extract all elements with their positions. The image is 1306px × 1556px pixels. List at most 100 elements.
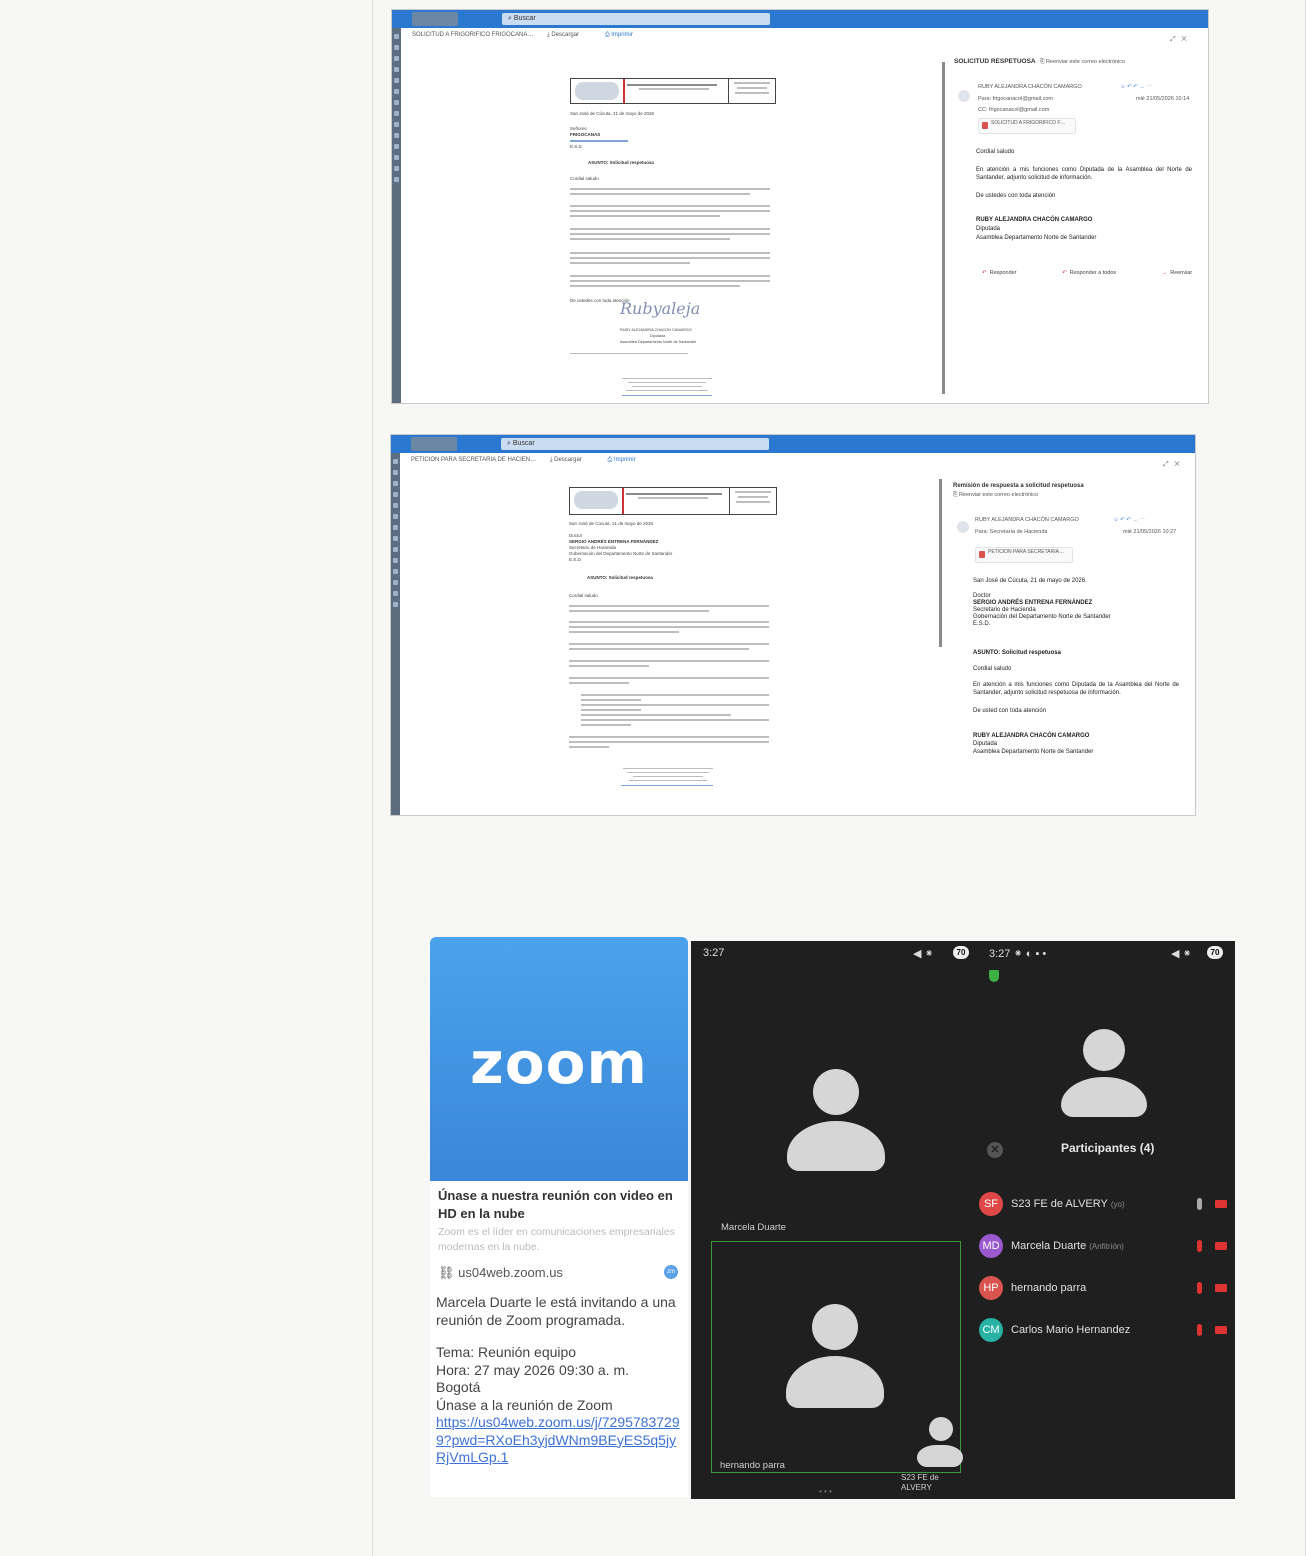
forward-email-link[interactable]: ⎘ Reenviar este correo electrónico [953, 492, 1038, 499]
body-subject: ASUNTO: Solicitud respetuosa [973, 650, 1061, 656]
meeting-url-link[interactable]: https://us04web.zoom.us/j/72957837299?pw… [436, 1414, 686, 1467]
doc-greeting: Cordial saludo [570, 176, 599, 181]
signature-role: Diputada [976, 226, 1001, 232]
participant-avatar: SF [979, 1192, 1003, 1216]
search-placeholder: Buscar [513, 15, 536, 22]
participant-name: S23 FE de ALVERY (yo) [1011, 1198, 1125, 1210]
print-button[interactable]: ⎙ Imprimir [605, 32, 645, 38]
body-recipient-org: Gobernación del Departamento Norte de Sa… [973, 614, 1111, 620]
forward-email-link[interactable]: ⎘ Reenviar este correo electrónico [1040, 59, 1125, 66]
battery-indicator: 70 [953, 946, 969, 959]
doc-company: FRIGOCANAS [570, 132, 601, 137]
reply-button[interactable]: ↶ Responder [982, 270, 1039, 276]
attachment-toolbar: PETICION PARA SECRETARIA DE HACIEN… ⤓ De… [411, 457, 1195, 467]
body-text: En atención a mis funciones como Diputad… [973, 682, 1179, 696]
document-header [569, 487, 777, 515]
microphone-muted-icon[interactable] [1197, 1240, 1202, 1252]
search-placeholder: Buscar [512, 440, 535, 447]
search-input[interactable]: ⌕ Buscar [502, 13, 770, 25]
battery-indicator: 70 [1207, 946, 1223, 959]
message-subject: Remisión de respuesta a solicitud respet… [953, 483, 1084, 489]
reading-pane: Remisión de respuesta a solicitud respet… [953, 481, 1193, 811]
camera-off-icon[interactable] [1215, 1242, 1227, 1250]
download-button[interactable]: ⤓ Descargar [550, 457, 594, 463]
participant-row[interactable]: HP hernando parra [977, 1272, 1235, 1306]
status-icons: ◀ ⁕ [913, 948, 934, 960]
zoom-domain-link[interactable]: ⛓ us04web.zoom.us [438, 1265, 563, 1281]
doc-recipient: SERGIO ANDRÉS ENTRENA FERNÁNDEZ [569, 539, 659, 544]
participant-avatar: CM [979, 1318, 1003, 1342]
title-bar: ⌕ Buscar [391, 435, 1195, 453]
invite-card-subtitle: Zoom es el líder en comunicaciones empre… [438, 1226, 675, 1253]
print-button[interactable]: ⎙ Imprimir [608, 457, 648, 463]
search-input[interactable]: ⌕ Buscar [501, 438, 769, 450]
attachment-name[interactable]: SOLICITUD A FRIGORIFICO FRIGOCANA… [412, 32, 533, 38]
doc-date: San José de Cúcuta, 21 de mayo de 2026. [569, 521, 655, 526]
participants-screen: 3:27 ⁕ ◐ ▪ • ◀ ⁕ 70 ✕ Participantes (4) … [977, 941, 1235, 1499]
participant-row[interactable]: MD Marcela Duarte (Anfitrión) [977, 1230, 1235, 1264]
body-closing: De usted con toda atención [973, 708, 1047, 714]
meeting-details: Tema: Reunión equipo Hora: 27 may 2026 0… [436, 1344, 686, 1414]
doc-signer: RUBY ALEJANDRA CHACÓN CAMARGO [620, 328, 692, 332]
download-button[interactable]: ⤓ Descargar [547, 32, 591, 38]
document-preview[interactable]: San José de Cúcuta, 21 de mayo de 2026 S… [570, 78, 780, 403]
camera-off-icon[interactable] [1215, 1326, 1227, 1334]
meeting-timezone: Bogotá [436, 1379, 481, 1395]
close-icon[interactable]: ✕ [987, 1142, 1003, 1158]
active-speaker-tile[interactable]: hernando parra [711, 1241, 961, 1473]
reply-all-button[interactable]: ↶ Responder a todos [1062, 270, 1138, 276]
outlook-window-1: ⌕ Buscar SOLICITUD A FRIGORIFICO FRIGOCA… [392, 10, 1208, 403]
microphone-muted-icon[interactable] [1197, 1282, 1202, 1294]
microphone-icon[interactable] [1197, 1198, 1202, 1210]
attachment-name[interactable]: PETICION PARA SECRETARIA DE HACIEN… [411, 457, 536, 463]
app-rail [392, 28, 401, 403]
sender-name[interactable]: RUBY ALEJANDRA CHACÓN CAMARGO [978, 84, 1082, 90]
body-date: San José de Cúcuta, 21 de mayo de 2026. [973, 578, 1087, 584]
seal-logo [575, 82, 619, 100]
participants-title: Participantes (4) [1061, 1141, 1155, 1155]
invitation-text: Marcela Duarte le está invitando a una r… [436, 1294, 676, 1328]
message-subject: SOLICITUD RESPETUOSA [954, 58, 1036, 65]
invite-card-title: Únase a nuestra reunión con video en HD … [438, 1188, 673, 1221]
tile-label-marcela: Marcela Duarte [721, 1222, 786, 1233]
participant-name: hernando parra [1011, 1282, 1087, 1294]
participant-row[interactable]: CM Carlos Mario Hernandez [977, 1314, 1235, 1348]
outlook-window-2: ⌕ Buscar PETICION PARA SECRETARIA DE HAC… [391, 435, 1195, 815]
tile-label-self: S23 FE de ALVERY [901, 1473, 939, 1492]
doc-signer-role: Diputada [650, 334, 666, 338]
attachment-toolbar: SOLICITUD A FRIGORIFICO FRIGOCANA… ⤓ Des… [412, 32, 1208, 42]
participants-list: SF S23 FE de ALVERY (yo) MD Marcela Duart… [977, 1188, 1235, 1358]
signature-org: Asamblea Departamento Norte de Santander [976, 235, 1097, 241]
reply-actions-icons[interactable]: ☺ ↶ ↶ → ⋯ [1113, 517, 1145, 523]
camera-off-icon[interactable] [1215, 1200, 1227, 1208]
body-esd: E.S.D. [973, 621, 991, 627]
meeting-time: Hora: 27 may 2026 09:30 a. m. [436, 1361, 629, 1378]
cc-field: CC: frigocanacol@gmail.com [978, 107, 1050, 113]
handwritten-signature: Rubyaleja [620, 299, 701, 318]
microphone-muted-icon[interactable] [1197, 1324, 1202, 1336]
zoom-banner[interactable]: zoom [430, 937, 688, 1181]
signature-name: RUBY ALEJANDRA CHACÓN CAMARGO [973, 733, 1090, 739]
message-date: mié 21/05/2026 10:27 [1123, 529, 1177, 535]
doc-city: E.S.D. [570, 144, 584, 149]
doc-addressee: Señores [570, 126, 587, 131]
sender-name[interactable]: RUBY ALEJANDRA CHACÓN CAMARGO [975, 517, 1079, 523]
document-header [570, 78, 776, 104]
body-recipient-role: Secretario de Hacienda [973, 607, 1036, 613]
attachment-chip[interactable]: PETICION PARA SECRETARIA… [975, 547, 1073, 563]
to-field: Para: frigocanacol@gmail.com [978, 96, 1053, 102]
forward-button[interactable]: → Reenviar [1162, 270, 1208, 276]
seal-logo [574, 491, 618, 509]
attachment-chip[interactable]: SOLICITUD A FRIGORIFICO F… [978, 118, 1076, 134]
participant-row[interactable]: SF S23 FE de ALVERY (yo) [977, 1188, 1235, 1222]
reply-actions-icons[interactable]: ☺ ↶ ↶ → ⋯ [1120, 84, 1152, 90]
window-controls[interactable]: ⤢ ✕ [1163, 461, 1180, 469]
body-greeting: Cordial saludo [976, 149, 1015, 155]
sender-avatar [957, 521, 969, 533]
window-controls[interactable]: ⤢ ✕ [1170, 36, 1187, 44]
join-instruction: Únase a la reunión de Zoom [436, 1396, 613, 1413]
document-preview[interactable]: San José de Cúcuta, 21 de mayo de 2026. … [569, 487, 779, 815]
camera-off-icon[interactable] [1215, 1284, 1227, 1292]
doc-signer-org: Asamblea Departamento Norte de Santander [620, 340, 697, 344]
page-dots[interactable]: • • • [819, 1487, 832, 1496]
